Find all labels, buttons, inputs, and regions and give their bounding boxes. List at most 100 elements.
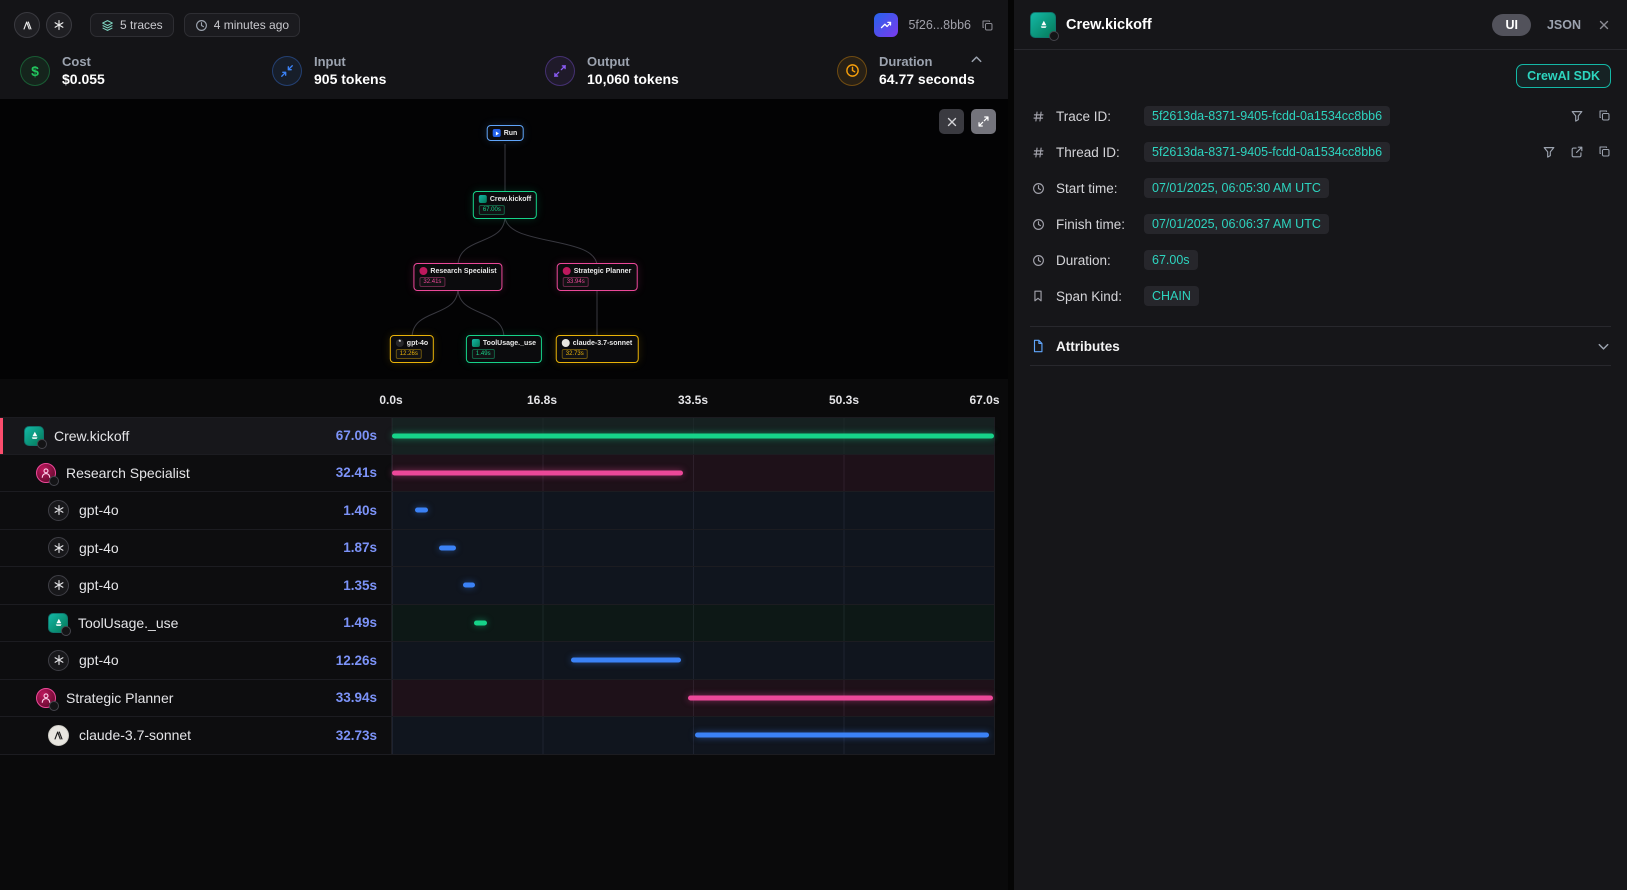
axis-tick: 0.0s bbox=[379, 393, 402, 407]
stat-cost: $ Cost $0.055 bbox=[20, 54, 272, 87]
anthropic-icon bbox=[562, 339, 570, 347]
span-bar[interactable] bbox=[463, 583, 475, 588]
waterfall-row[interactable]: gpt-4o 1.87s bbox=[0, 530, 995, 568]
waterfall-row[interactable]: claude-3.7-sonnet 32.73s bbox=[0, 717, 995, 755]
span-duration: 12.26s bbox=[336, 653, 377, 668]
span-bar[interactable] bbox=[571, 658, 681, 663]
waterfall-row[interactable]: gpt-4o 1.35s bbox=[0, 567, 995, 605]
trace-short-id: 5f26...8bb6 bbox=[908, 18, 971, 32]
span-timeline-cell bbox=[391, 642, 995, 679]
axis-tick: 50.3s bbox=[829, 393, 859, 407]
graph-node-label: claude-3.7-sonnet bbox=[573, 340, 633, 347]
stat-input: Input 905 tokens bbox=[272, 54, 545, 87]
field-value[interactable]: 5f2613da-8371-9405-fcdd-0a1534cc8bb6 bbox=[1144, 142, 1390, 162]
field-value[interactable]: 5f2613da-8371-9405-fcdd-0a1534cc8bb6 bbox=[1144, 106, 1390, 126]
span-duration: 33.94s bbox=[336, 690, 377, 705]
stat-output: Output 10,060 tokens bbox=[545, 54, 837, 87]
sub-badge bbox=[49, 476, 59, 486]
filter-icon[interactable] bbox=[1542, 145, 1556, 159]
field-label: Thread ID: bbox=[1056, 145, 1134, 160]
axis-tick: 16.8s bbox=[527, 393, 557, 407]
field-label: Trace ID: bbox=[1056, 109, 1134, 124]
span-duration: 32.41s bbox=[336, 465, 377, 480]
trace-stats-row: $ Cost $0.055 Input 905 tokens Output 10… bbox=[0, 50, 1008, 99]
stat-value: 64.77 seconds bbox=[879, 71, 975, 87]
openai-icon bbox=[48, 500, 69, 521]
graph-node-claude[interactable]: claude-3.7-sonnet 32.73s bbox=[556, 335, 639, 363]
field-value[interactable]: 07/01/2025, 06:06:37 AM UTC bbox=[1144, 214, 1329, 234]
span-timeline-cell bbox=[391, 530, 995, 567]
bookmark-icon bbox=[1030, 289, 1046, 303]
trace-header: 5 traces 4 minutes ago 5f26...8bb6 $ Cos… bbox=[0, 0, 1008, 99]
detail-panel-title: Crew.kickoff bbox=[1066, 17, 1152, 33]
detail-field: Duration: 67.00s bbox=[1030, 242, 1611, 278]
sub-badge bbox=[61, 626, 71, 636]
trend-icon-button[interactable] bbox=[874, 13, 898, 37]
span-name: Strategic Planner bbox=[66, 690, 173, 706]
waterfall-row[interactable]: gpt-4o 12.26s bbox=[0, 642, 995, 680]
graph-node-research[interactable]: Research Specialist 32.41s bbox=[413, 263, 502, 291]
graph-node-crew[interactable]: Crew.kickoff 67.00s bbox=[473, 191, 537, 219]
span-name: gpt-4o bbox=[79, 540, 119, 556]
copy-icon[interactable] bbox=[1598, 109, 1611, 123]
graph-node-label: Run bbox=[504, 130, 518, 137]
field-value[interactable]: CHAIN bbox=[1144, 286, 1199, 306]
graph-node-label: Research Specialist bbox=[430, 268, 496, 275]
traces-count-badge[interactable]: 5 traces bbox=[90, 13, 174, 37]
file-icon bbox=[1030, 339, 1046, 353]
trace-overview-pane: 5 traces 4 minutes ago 5f26...8bb6 $ Cos… bbox=[0, 0, 1008, 890]
graph-node-label: ToolUsage._use bbox=[483, 340, 536, 347]
external-icon[interactable] bbox=[1570, 145, 1584, 159]
graph-node-gpt[interactable]: *gpt-4o 12.26s bbox=[390, 335, 434, 363]
graph-node-tool[interactable]: ToolUsage._use 1.49s bbox=[466, 335, 542, 363]
stat-label: Duration bbox=[879, 54, 975, 69]
span-bar[interactable] bbox=[439, 545, 456, 550]
graph-node-strategic[interactable]: Strategic Planner 33.94s bbox=[557, 263, 638, 291]
span-bar[interactable] bbox=[392, 470, 683, 475]
span-timeline-cell bbox=[391, 455, 995, 492]
stat-duration: Duration 64.77 seconds bbox=[837, 54, 975, 87]
attributes-section-toggle[interactable]: Attributes bbox=[1030, 326, 1611, 366]
span-bar[interactable] bbox=[688, 695, 993, 700]
sdk-badge: CrewAI SDK bbox=[1516, 64, 1611, 88]
field-value[interactable]: 07/01/2025, 06:05:30 AM UTC bbox=[1144, 178, 1329, 198]
openai-icon: * bbox=[396, 339, 404, 347]
crewai-icon bbox=[1030, 12, 1056, 38]
graph-node-duration: 12.26s bbox=[396, 349, 422, 359]
chevron-up-icon[interactable] bbox=[969, 52, 984, 72]
span-duration: 32.73s bbox=[336, 728, 377, 743]
detail-field: Finish time: 07/01/2025, 06:06:37 AM UTC bbox=[1030, 206, 1611, 242]
tab-json[interactable]: JSON bbox=[1547, 18, 1581, 32]
graph-node-run[interactable]: Run bbox=[487, 125, 524, 141]
waterfall-view: 0.0s16.8s33.5s50.3s67.0s Crew.kickoff 67… bbox=[0, 381, 1008, 755]
waterfall-row[interactable]: ToolUsage._use 1.49s bbox=[0, 605, 995, 643]
span-duration: 1.49s bbox=[343, 615, 377, 630]
detail-field: Start time: 07/01/2025, 06:05:30 AM UTC bbox=[1030, 170, 1611, 206]
waterfall-row[interactable]: Strategic Planner 33.94s bbox=[0, 680, 995, 718]
span-bar[interactable] bbox=[695, 733, 989, 738]
clock-icon bbox=[1030, 218, 1046, 231]
timeline-axis: 0.0s16.8s33.5s50.3s67.0s bbox=[0, 381, 995, 417]
waterfall-row[interactable]: Crew.kickoff 67.00s bbox=[0, 417, 995, 455]
span-name: Crew.kickoff bbox=[54, 428, 129, 444]
tab-ui[interactable]: UI bbox=[1492, 14, 1531, 36]
span-name: claude-3.7-sonnet bbox=[79, 727, 191, 743]
copy-trace-id-icon[interactable] bbox=[981, 19, 994, 32]
span-bar[interactable] bbox=[415, 508, 428, 513]
waterfall-row[interactable]: gpt-4o 1.40s bbox=[0, 492, 995, 530]
graph-close-button[interactable] bbox=[939, 109, 964, 134]
copy-icon[interactable] bbox=[1598, 145, 1611, 159]
span-bar[interactable] bbox=[474, 620, 487, 625]
layers-icon bbox=[101, 19, 114, 32]
span-name: gpt-4o bbox=[79, 502, 119, 518]
trace-graph-panel: Run Crew.kickoff 67.00s Research Special… bbox=[0, 99, 1008, 379]
waterfall-row[interactable]: Research Specialist 32.41s bbox=[0, 455, 995, 493]
field-value[interactable]: 67.00s bbox=[1144, 250, 1198, 270]
span-bar[interactable] bbox=[392, 433, 994, 438]
close-panel-icon[interactable] bbox=[1597, 18, 1611, 32]
filter-icon[interactable] bbox=[1570, 109, 1584, 123]
detail-field: Thread ID: 5f2613da-8371-9405-fcdd-0a153… bbox=[1030, 134, 1611, 170]
field-label: Span Kind: bbox=[1056, 289, 1134, 304]
graph-expand-button[interactable] bbox=[971, 109, 996, 134]
clock-icon bbox=[195, 19, 208, 32]
